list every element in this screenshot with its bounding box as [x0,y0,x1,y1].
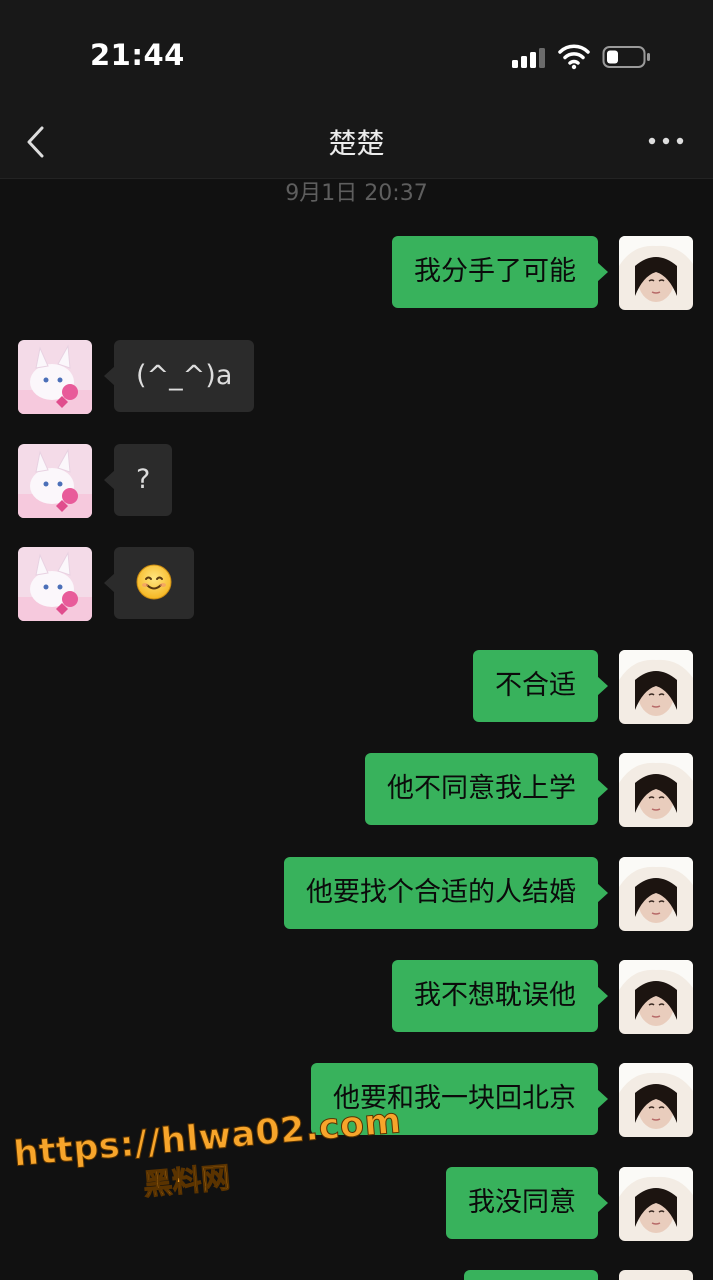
message-bubble-received[interactable]: ? [103,444,173,516]
more-icon[interactable] [646,134,686,148]
message-row: ? [0,444,713,518]
my-avatar[interactable] [619,1167,693,1241]
my-avatar[interactable] [619,960,693,1034]
message-row: 我分手了可能 [0,236,713,310]
my-avatar[interactable] [619,857,693,931]
message-row: 他不同意我上学 [0,753,713,827]
my-avatar[interactable] [619,650,693,724]
message-row: 我不想耽误他 [0,960,713,1034]
message-bubble-sent[interactable]: 不合适 [473,650,608,722]
chat-title: 楚楚 [328,127,385,160]
message-bubble-partial [464,1270,598,1280]
my-avatar[interactable] [619,753,693,827]
my-avatar-partial [619,1270,693,1280]
message-bubble-received[interactable]: (^_^)a [103,340,255,412]
wifi-icon [558,44,590,70]
message-bubble-sent[interactable]: 他要找个合适的人结婚 [284,857,608,929]
chat-header: 楚楚 [0,110,713,179]
message-row: 他要找个合适的人结婚 [0,857,713,931]
message-bubble-sent[interactable]: 我没同意 [446,1167,608,1239]
message-bubble-received[interactable] [104,547,194,619]
message-bubble-sent[interactable]: 他不同意我上学 [365,753,608,825]
message-row [0,547,713,621]
smiling-face-icon [136,564,172,599]
battery-icon [602,46,650,68]
message-bubble-sent[interactable]: 我不想耽误他 [392,960,608,1032]
message-row: (^_^)a [0,340,713,414]
message-bubble-sent[interactable]: 我分手了可能 [392,236,608,308]
my-avatar[interactable] [619,1063,693,1137]
message-timestamp: 9月1日 20:37 [285,181,428,206]
contact-avatar[interactable] [18,444,92,518]
status-time: 21:44 [90,38,185,72]
status-bar: 21:44 [0,0,713,110]
signal-icon [512,48,545,68]
my-avatar[interactable] [619,236,693,310]
message-row: 不合适 [0,650,713,724]
contact-avatar[interactable] [18,547,92,621]
contact-avatar[interactable] [18,340,92,414]
